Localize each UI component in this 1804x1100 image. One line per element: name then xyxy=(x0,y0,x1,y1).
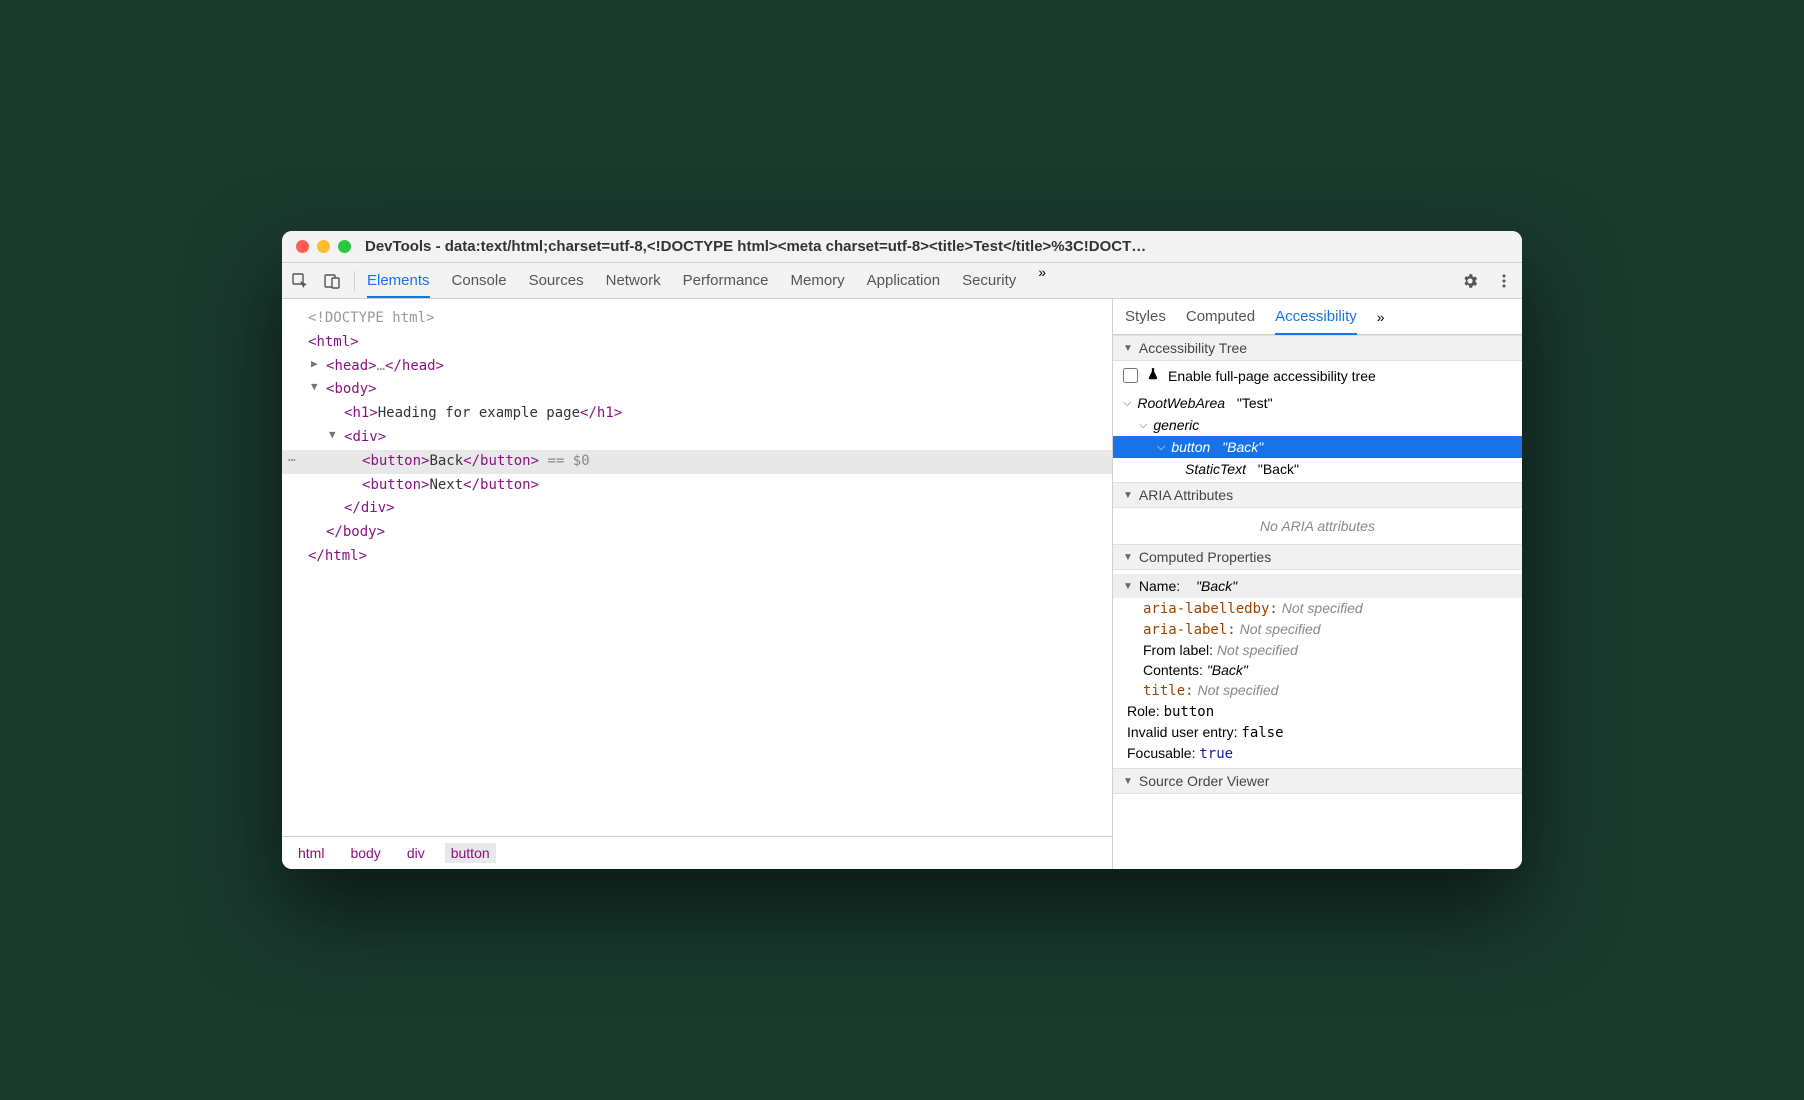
elements-pane: <!DOCTYPE html> <html> ▶<head>…</head> ▼… xyxy=(282,299,1112,869)
breadcrumb-div[interactable]: div xyxy=(401,843,431,863)
tab-performance[interactable]: Performance xyxy=(683,264,769,297)
sidebar-pane: Styles Computed Accessibility » ▼Accessi… xyxy=(1112,299,1522,869)
more-tabs-icon[interactable]: » xyxy=(1038,264,1046,297)
dom-html-open[interactable]: <html> xyxy=(282,331,1112,355)
comp-aria-labelledby: aria-labelledby: Not specified xyxy=(1113,598,1522,619)
comp-role: Role: button xyxy=(1113,701,1522,722)
tree-generic[interactable]: ⌵generic xyxy=(1113,414,1522,436)
no-aria-attributes: No ARIA attributes xyxy=(1113,508,1522,544)
devtools-window: DevTools - data:text/html;charset=utf-8,… xyxy=(282,231,1522,869)
computed-properties: ▼Name: "Back" aria-labelledby: Not speci… xyxy=(1113,570,1522,768)
device-toolbar-icon[interactable] xyxy=(322,271,342,291)
subtab-styles[interactable]: Styles xyxy=(1125,299,1166,334)
dom-doctype[interactable]: <!DOCTYPE html> xyxy=(282,307,1112,331)
more-subtabs-icon[interactable]: » xyxy=(1377,309,1385,325)
settings-icon[interactable] xyxy=(1460,271,1480,291)
computed-name-row[interactable]: ▼Name: "Back" xyxy=(1113,574,1522,598)
breadcrumb-html[interactable]: html xyxy=(292,843,330,863)
close-window-button[interactable] xyxy=(296,240,309,253)
section-source-order[interactable]: ▼Source Order Viewer xyxy=(1113,768,1522,794)
subtab-accessibility[interactable]: Accessibility xyxy=(1275,299,1357,334)
maximize-window-button[interactable] xyxy=(338,240,351,253)
dom-head[interactable]: ▶<head>…</head> xyxy=(282,355,1112,379)
main-toolbar: Elements Console Sources Network Perform… xyxy=(282,263,1522,299)
comp-invalid: Invalid user entry: false xyxy=(1113,722,1522,743)
dom-div-open[interactable]: ▼<div> xyxy=(282,426,1112,450)
dom-html-close[interactable]: </html> xyxy=(282,545,1112,569)
tab-elements[interactable]: Elements xyxy=(367,264,430,297)
tree-statictext[interactable]: StaticText "Back" xyxy=(1113,458,1522,480)
breadcrumb-body[interactable]: body xyxy=(344,843,386,863)
inspect-element-icon[interactable] xyxy=(290,271,310,291)
content-area: <!DOCTYPE html> <html> ▶<head>…</head> ▼… xyxy=(282,299,1522,869)
dom-h1[interactable]: <h1>Heading for example page</h1> xyxy=(282,402,1112,426)
sidebar-tabs: Styles Computed Accessibility » xyxy=(1113,299,1522,335)
tab-console[interactable]: Console xyxy=(452,264,507,297)
dom-tree[interactable]: <!DOCTYPE html> <html> ▶<head>…</head> ▼… xyxy=(282,299,1112,836)
tree-button[interactable]: ⌵button "Back" xyxy=(1113,436,1522,458)
dom-div-close[interactable]: </div> xyxy=(282,497,1112,521)
a11y-tree: ⌵RootWebArea "Test" ⌵generic ⌵button "Ba… xyxy=(1113,390,1522,482)
main-tabs: Elements Console Sources Network Perform… xyxy=(367,264,1450,297)
flask-icon xyxy=(1146,367,1160,384)
comp-contents: Contents: "Back" xyxy=(1113,660,1522,680)
tab-network[interactable]: Network xyxy=(606,264,661,297)
fullpage-tree-checkbox[interactable] xyxy=(1123,368,1138,383)
tab-application[interactable]: Application xyxy=(867,264,940,297)
kebab-menu-icon[interactable] xyxy=(1494,271,1514,291)
breadcrumb: html body div button xyxy=(282,836,1112,869)
comp-focusable: Focusable: true xyxy=(1113,743,1522,764)
tab-memory[interactable]: Memory xyxy=(791,264,845,297)
tab-sources[interactable]: Sources xyxy=(529,264,584,297)
tree-root[interactable]: ⌵RootWebArea "Test" xyxy=(1113,392,1522,414)
minimize-window-button[interactable] xyxy=(317,240,330,253)
breadcrumb-button[interactable]: button xyxy=(445,843,496,863)
section-a11y-tree[interactable]: ▼Accessibility Tree xyxy=(1113,335,1522,361)
titlebar: DevTools - data:text/html;charset=utf-8,… xyxy=(282,231,1522,263)
fullpage-tree-label: Enable full-page accessibility tree xyxy=(1168,368,1376,384)
subtab-computed[interactable]: Computed xyxy=(1186,299,1255,334)
comp-title: title: Not specified xyxy=(1113,680,1522,701)
dom-body-close[interactable]: </body> xyxy=(282,521,1112,545)
section-computed-props[interactable]: ▼Computed Properties xyxy=(1113,544,1522,570)
comp-aria-label: aria-label: Not specified xyxy=(1113,619,1522,640)
section-aria[interactable]: ▼ARIA Attributes xyxy=(1113,482,1522,508)
dom-body-open[interactable]: ▼<body> xyxy=(282,378,1112,402)
comp-from-label: From label: Not specified xyxy=(1113,640,1522,660)
dom-button-next[interactable]: <button>Next</button> xyxy=(282,474,1112,498)
window-controls xyxy=(296,240,351,253)
tab-security[interactable]: Security xyxy=(962,264,1016,297)
dom-button-back[interactable]: <button>Back</button> == $0 xyxy=(282,450,1112,474)
fullpage-tree-row: Enable full-page accessibility tree xyxy=(1113,361,1522,390)
window-title: DevTools - data:text/html;charset=utf-8,… xyxy=(365,238,1508,255)
